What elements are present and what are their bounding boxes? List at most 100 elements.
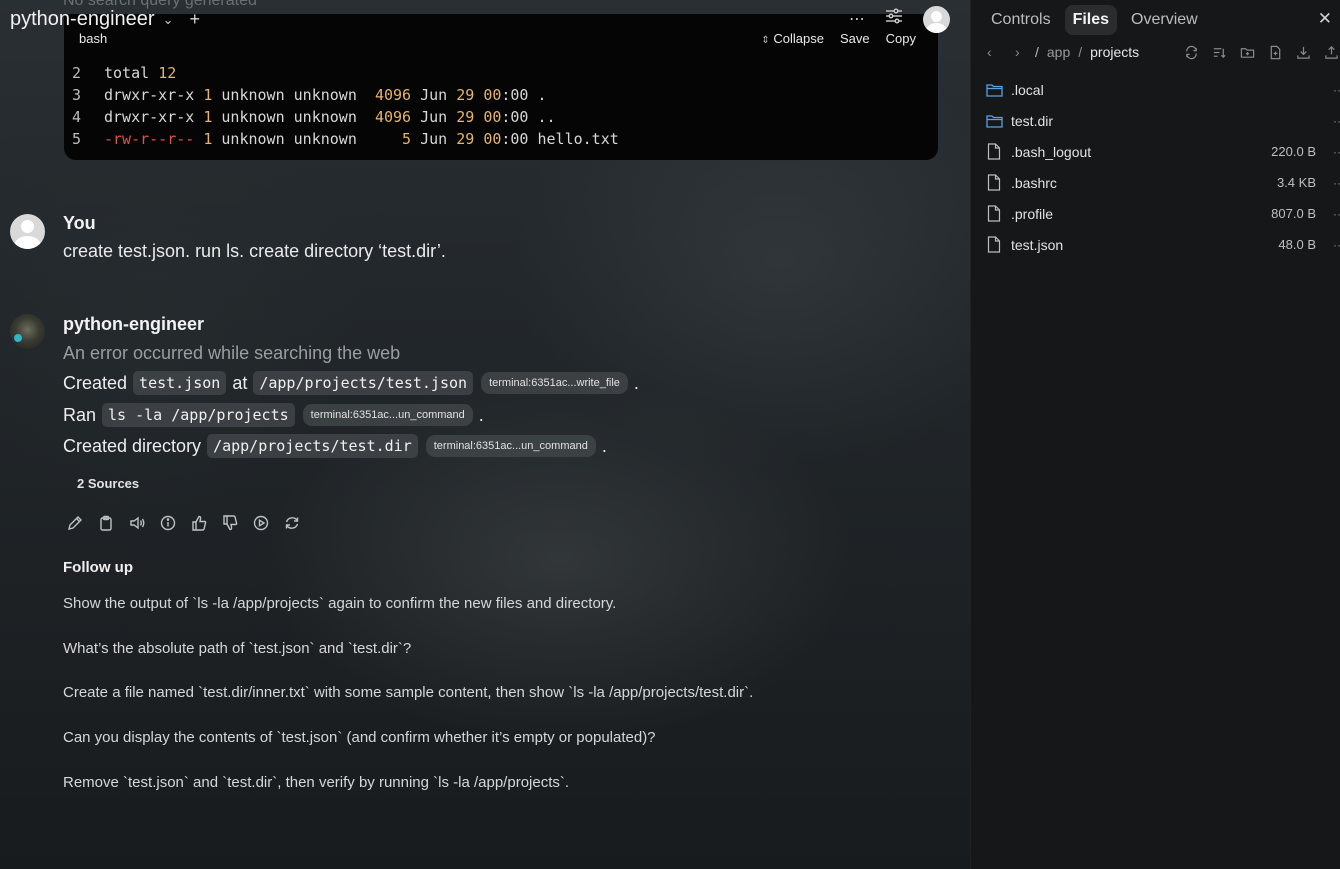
code-line: 3 drwxr-xr-x 1 unknown unknown 4096 Jun … (64, 84, 938, 106)
file-name: .bash_logout (1011, 143, 1092, 160)
code-text: :00 .. (501, 108, 556, 126)
thumbs-down-icon[interactable] (221, 512, 239, 534)
file-icon (985, 143, 1003, 161)
new-chat-plus-icon[interactable]: + (189, 9, 200, 30)
collapse-icon: ⇕ (761, 34, 770, 46)
follow-up-title: Follow up (63, 559, 133, 576)
upload-icon[interactable] (1323, 44, 1339, 60)
file-name: .local (1011, 81, 1044, 98)
file-row[interactable]: .local ·· (985, 74, 1340, 105)
tab-files[interactable]: Files (1064, 5, 1118, 35)
follow-up-item[interactable]: Can you display the contents of `test.js… (63, 729, 656, 746)
code-text: total (104, 64, 159, 82)
response-line: Ran ls -la /app/projects terminal:6351ac… (63, 403, 484, 427)
files-panel: Controls Files Overview ✕ ‹ › / app / pr… (970, 0, 1340, 869)
line-number: 5 (72, 130, 82, 148)
citation-pill[interactable]: terminal:6351ac...un_command (425, 435, 596, 457)
response-text: . (601, 435, 607, 456)
back-chevron-icon[interactable]: ‹ (987, 44, 1015, 60)
chat-main-area: No search query generated bash ⇕ Collaps… (0, 0, 970, 869)
assistant-name: python-engineer (63, 314, 205, 334)
user-name: You (63, 213, 96, 233)
follow-up-item[interactable]: Show the output of `ls -la /app/projects… (63, 595, 616, 612)
inline-code: /app/projects/test.json (253, 371, 474, 395)
message-actions (66, 512, 301, 534)
citation-pill[interactable]: terminal:6351ac...un_command (302, 404, 473, 426)
play-icon[interactable] (252, 512, 270, 534)
controls-sliders-icon[interactable] (885, 7, 903, 33)
new-file-icon[interactable] (1267, 44, 1283, 60)
breadcrumb-separator: / (1078, 44, 1083, 60)
follow-up-item[interactable]: What’s the absolute path of `test.json` … (63, 640, 411, 657)
regenerate-icon[interactable] (283, 512, 301, 534)
code-line: 4 drwxr-xr-x 1 unknown unknown 4096 Jun … (64, 106, 938, 128)
file-row[interactable]: test.json 48.0 B ·· (985, 229, 1340, 260)
code-text: :00 . (501, 86, 547, 104)
code-number: 29 (456, 108, 475, 126)
file-list: .local ·· test.dir ·· .bash_logout 220.0… (985, 74, 1340, 260)
code-number: 00 (483, 108, 502, 126)
sort-icon[interactable] (1211, 44, 1227, 60)
code-line: 5 -rw-r--r-- 1 unknown unknown 5 Jun 29 … (64, 128, 938, 150)
citation-pill[interactable]: terminal:6351ac...write_file (481, 372, 628, 394)
refresh-icon[interactable] (1183, 44, 1199, 60)
file-row[interactable]: .bash_logout 220.0 B ·· (985, 136, 1340, 167)
code-number: 12 (158, 64, 177, 82)
code-text: unknown unknown (212, 108, 375, 126)
info-icon[interactable] (159, 512, 177, 534)
more-options-icon[interactable]: ⋯ (849, 7, 865, 33)
new-folder-icon[interactable] (1239, 44, 1255, 60)
user-message: create test.json. run ls. create directo… (63, 241, 446, 261)
response-text: Created (63, 372, 128, 393)
copy-icon[interactable] (97, 512, 115, 534)
file-row[interactable]: test.dir ·· (985, 105, 1340, 136)
tab-controls[interactable]: Controls (983, 5, 1059, 35)
assistant-avatar (10, 314, 45, 349)
line-number: 3 (72, 86, 82, 104)
sources-button[interactable]: 2 Sources (63, 470, 153, 497)
file-icon (985, 236, 1003, 254)
code-number: 29 (456, 130, 475, 148)
code-number: 29 (456, 86, 475, 104)
response-line: Created directory /app/projects/test.dir… (63, 434, 607, 458)
file-size: 3.4 KB (1276, 175, 1316, 190)
response-text: Ran (63, 404, 97, 425)
code-text: unknown unknown (212, 130, 403, 148)
file-icon (985, 205, 1003, 223)
breadcrumb-app[interactable]: app (1047, 44, 1070, 60)
forward-chevron-icon[interactable]: › (1015, 44, 1035, 60)
response-text: Created directory (63, 435, 202, 456)
speaker-icon[interactable] (128, 512, 146, 534)
user-avatar[interactable] (923, 6, 950, 33)
more-options-icon[interactable]: ·· (1333, 207, 1340, 221)
file-size: 807.0 B (1271, 206, 1316, 221)
more-options-icon[interactable]: ·· (1333, 114, 1340, 128)
file-name: .bashrc (1011, 174, 1057, 191)
breadcrumb-root[interactable]: / (1035, 44, 1039, 60)
more-options-icon[interactable]: ·· (1333, 83, 1340, 97)
file-icon (985, 174, 1003, 192)
thumbs-up-icon[interactable] (190, 512, 208, 534)
response-line: Created test.json at /app/projects/test.… (63, 371, 639, 395)
code-text: Jun (411, 130, 457, 148)
code-number: 4096 (374, 86, 412, 104)
file-size: 48.0 B (1278, 237, 1316, 252)
code-text: unknown unknown (212, 86, 375, 104)
edit-icon[interactable] (66, 512, 84, 534)
close-icon[interactable]: ✕ (1318, 9, 1332, 29)
download-icon[interactable] (1295, 44, 1311, 60)
breadcrumb-current[interactable]: projects (1090, 44, 1139, 60)
collapse-button[interactable]: ⇕ Collapse (761, 31, 824, 46)
tab-overview[interactable]: Overview (1123, 5, 1206, 35)
follow-up-item[interactable]: Create a file named `test.dir/inner.txt`… (63, 684, 753, 701)
file-row[interactable]: .profile 807.0 B ·· (985, 198, 1340, 229)
file-row[interactable]: .bashrc 3.4 KB ·· (985, 167, 1340, 198)
more-options-icon[interactable]: ·· (1333, 176, 1340, 190)
more-options-icon[interactable]: ·· (1333, 238, 1340, 252)
more-options-icon[interactable]: ·· (1333, 145, 1340, 159)
panel-tabs: Controls Files Overview (983, 5, 1206, 35)
follow-up-item[interactable]: Remove `test.json` and `test.dir`, then … (63, 774, 569, 791)
model-selector[interactable]: python-engineer ⌄ + (10, 8, 200, 31)
code-number: 00 (483, 86, 502, 104)
